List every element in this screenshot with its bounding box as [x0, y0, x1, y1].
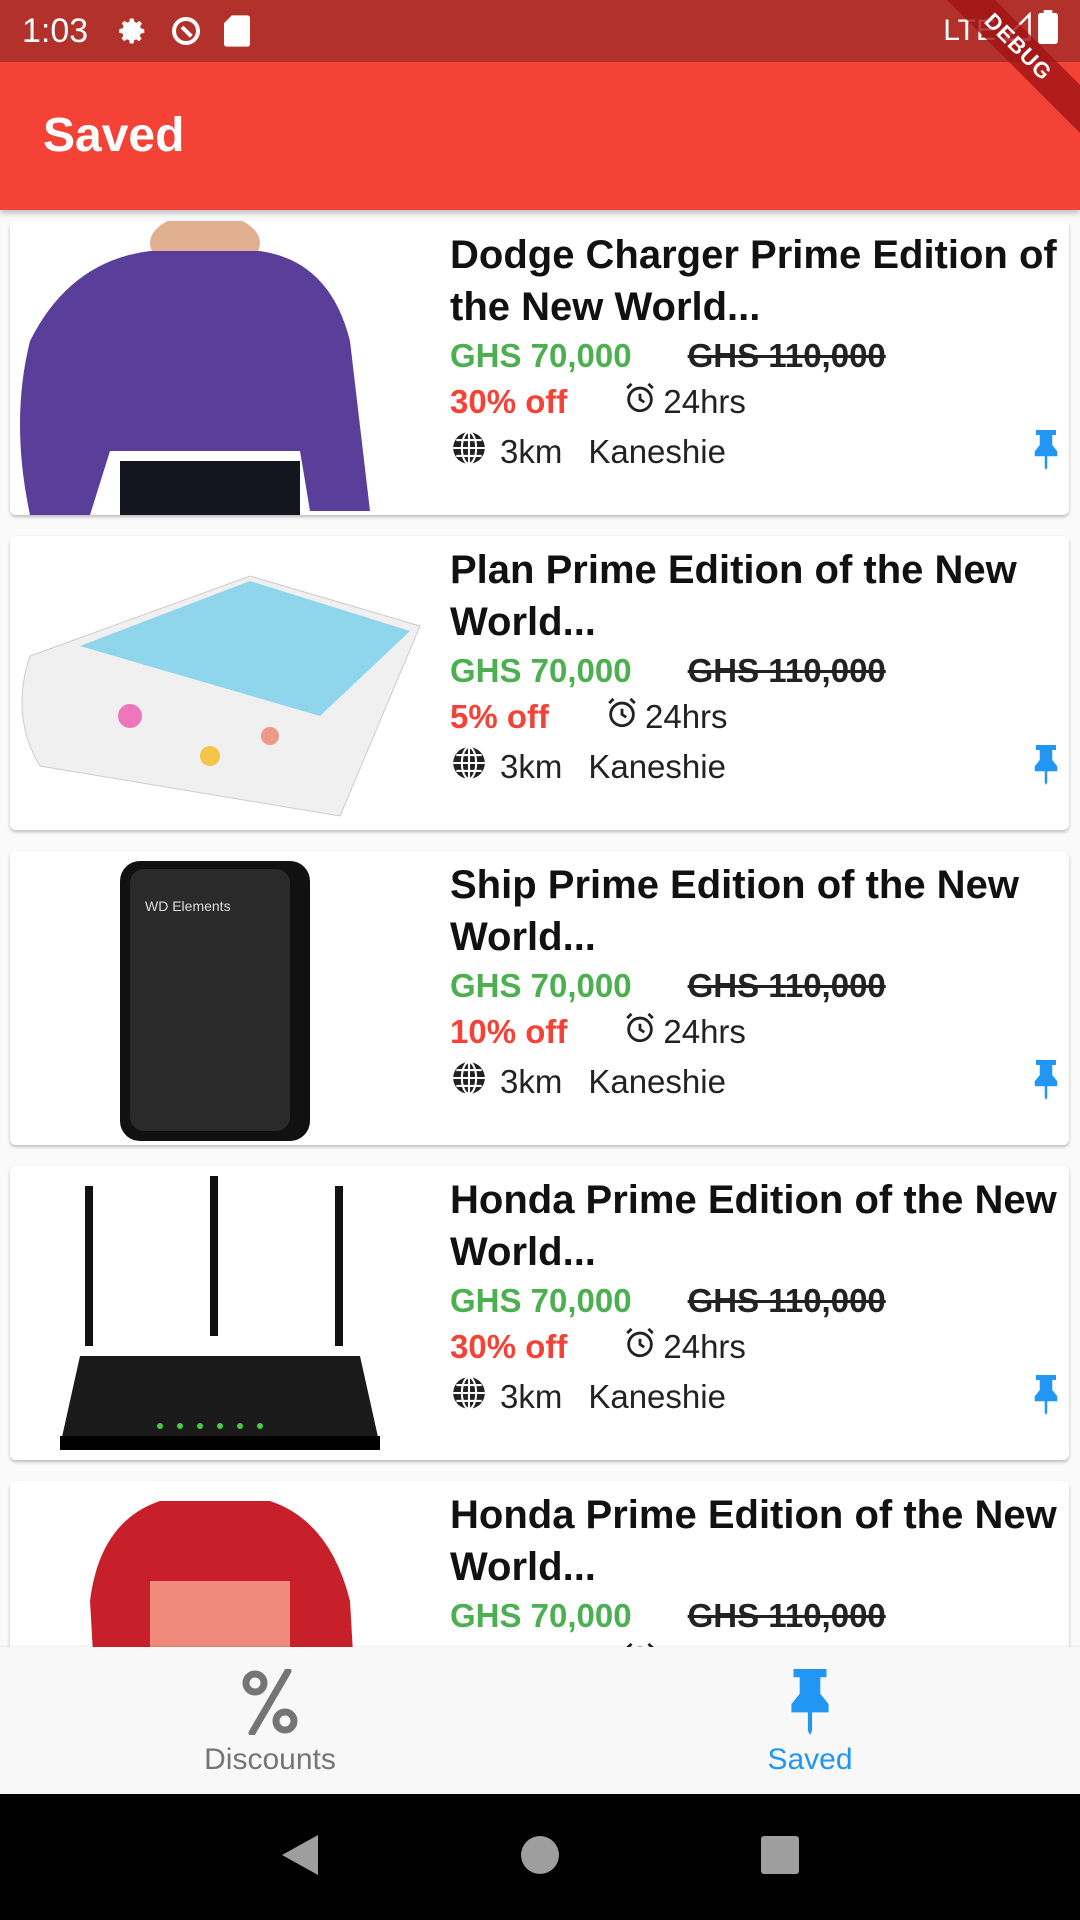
- item-price: GHS 70,000: [450, 1282, 632, 1319]
- item-info: Honda Prime Edition of the New World... G…: [450, 1489, 1059, 1647]
- item-location: Kaneshie: [588, 748, 726, 785]
- item-distance: 3km: [500, 1063, 563, 1100]
- item-location: Kaneshie: [588, 1378, 726, 1415]
- home-icon[interactable]: [520, 1835, 560, 1880]
- product-image: adidas: [10, 1481, 430, 1647]
- pin-icon[interactable]: [1031, 1059, 1061, 1106]
- alarm-clock-icon: [623, 381, 657, 423]
- product-image: [10, 536, 430, 830]
- item-title: Plan Prime Edition of the New World...: [450, 548, 1017, 644]
- item-title: Dodge Charger Prime Edition of the New W…: [450, 233, 1057, 329]
- list-item[interactable]: Dodge Charger Prime Edition of the New W…: [10, 221, 1069, 515]
- back-icon[interactable]: [280, 1833, 320, 1882]
- svg-text:WD Elements: WD Elements: [145, 898, 231, 914]
- status-time: 1:03: [22, 11, 89, 50]
- item-price: GHS 70,000: [450, 337, 632, 374]
- tab-label: Discounts: [204, 1743, 336, 1776]
- list-item[interactable]: Plan Prime Edition of the New World... GH…: [10, 536, 1069, 830]
- item-old-price: GHS 110,000: [687, 1597, 886, 1634]
- item-location: Kaneshie: [588, 433, 726, 470]
- item-info: Plan Prime Edition of the New World... GH…: [450, 544, 1059, 790]
- pin-icon[interactable]: [1031, 1374, 1061, 1421]
- system-nav-bar: [0, 1794, 1080, 1920]
- product-image: WD Elements: [10, 851, 430, 1145]
- tab-label: Saved: [767, 1743, 853, 1776]
- item-info: Dodge Charger Prime Edition of the New W…: [450, 229, 1059, 475]
- saved-list[interactable]: Dodge Charger Prime Edition of the New W…: [0, 210, 1080, 1647]
- product-image: [10, 1166, 430, 1460]
- item-location: Kaneshie: [588, 1063, 726, 1100]
- alarm-clock-icon: [623, 1326, 657, 1368]
- item-price: GHS 70,000: [450, 967, 632, 1004]
- item-time-left: 24hrs: [663, 1013, 746, 1050]
- globe-icon: [450, 1059, 488, 1105]
- item-time-left: 24hrs: [663, 383, 746, 420]
- globe-icon: [450, 429, 488, 475]
- item-discount: 5% off: [450, 698, 549, 735]
- item-info: Ship Prime Edition of the New World... GH…: [450, 859, 1059, 1105]
- item-discount: 30% off: [450, 1328, 568, 1365]
- alarm-clock-icon: [605, 696, 639, 738]
- status-bar: 1:03 LTE: [0, 0, 1080, 62]
- pin-icon[interactable]: [1031, 429, 1061, 476]
- item-old-price: GHS 110,000: [687, 1282, 886, 1319]
- globe-icon: [450, 744, 488, 790]
- list-item[interactable]: WD Elements Ship Prime Edition of the New…: [10, 851, 1069, 1145]
- list-item[interactable]: adidasHonda Prime Edition of the New Wor…: [10, 1481, 1069, 1647]
- page-title: Saved: [43, 109, 185, 162]
- recents-icon[interactable]: [760, 1835, 800, 1880]
- item-time-left: 24hrs: [645, 698, 728, 735]
- item-time-left: 24hrs: [663, 1328, 746, 1365]
- pin-icon[interactable]: [1031, 744, 1061, 791]
- item-distance: 3km: [500, 1378, 563, 1415]
- globe-icon: [450, 1374, 488, 1420]
- alarm-clock-icon: [623, 1011, 657, 1053]
- network-type: LTE: [943, 14, 996, 47]
- item-old-price: GHS 110,000: [687, 967, 886, 1004]
- tab-saved[interactable]: Saved: [540, 1647, 1080, 1794]
- pin-icon: [785, 1669, 835, 1743]
- product-image: [10, 221, 430, 515]
- signal-icon: [1001, 11, 1032, 50]
- item-title: Ship Prime Edition of the New World...: [450, 863, 1019, 959]
- item-old-price: GHS 110,000: [687, 652, 886, 689]
- app-bar: Saved: [0, 62, 1080, 210]
- item-title: Honda Prime Edition of the New World...: [450, 1493, 1057, 1589]
- item-distance: 3km: [500, 748, 563, 785]
- item-price: GHS 70,000: [450, 652, 632, 689]
- item-old-price: GHS 110,000: [687, 337, 886, 374]
- item-discount: 10% off: [450, 1013, 568, 1050]
- percent-icon: [240, 1667, 300, 1743]
- item-info: Honda Prime Edition of the New World... G…: [450, 1174, 1059, 1420]
- item-price: GHS 70,000: [450, 1597, 632, 1634]
- gear-icon: [118, 16, 148, 46]
- item-distance: 3km: [500, 433, 563, 470]
- at-sign-icon: [170, 15, 202, 47]
- item-title: Honda Prime Edition of the New World...: [450, 1178, 1057, 1274]
- bottom-navigation: Discounts Saved: [0, 1647, 1080, 1794]
- tab-discounts[interactable]: Discounts: [0, 1647, 540, 1794]
- list-item[interactable]: Honda Prime Edition of the New World... G…: [10, 1166, 1069, 1460]
- sd-card-icon: [224, 15, 251, 47]
- battery-icon: [1038, 10, 1058, 52]
- item-discount: 30% off: [450, 383, 568, 420]
